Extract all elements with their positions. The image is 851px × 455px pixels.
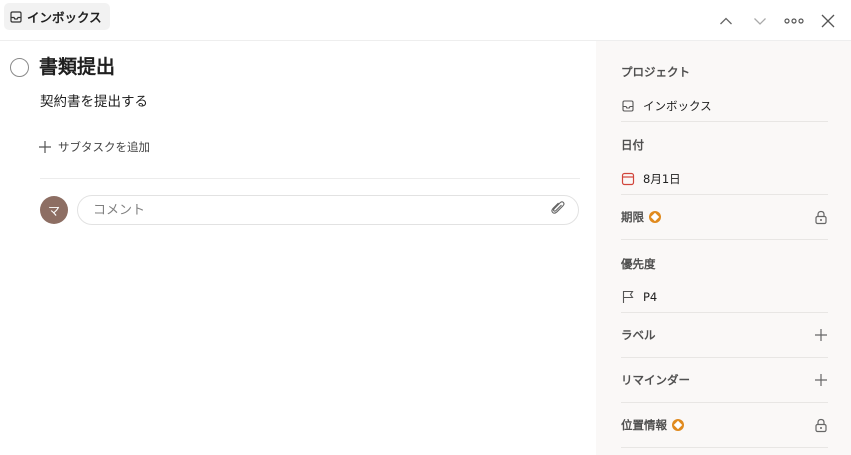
date-label: 日付 xyxy=(621,138,644,152)
next-task-button[interactable] xyxy=(747,8,773,34)
task-detail-header: インボックス xyxy=(0,0,851,41)
project-field[interactable]: プロジェクト インボックス xyxy=(621,64,828,114)
task-complete-checkbox[interactable] xyxy=(10,57,29,77)
labels-label: ラベル xyxy=(621,328,656,342)
plus-icon[interactable] xyxy=(814,328,828,342)
lock-icon xyxy=(815,418,827,432)
task-main-panel: 書類提出 契約書を提出する サブタスクを追加 マ xyxy=(0,41,596,455)
labels-field[interactable]: ラベル xyxy=(621,325,828,345)
inbox-icon xyxy=(622,100,634,112)
divider xyxy=(621,121,828,122)
calendar-icon xyxy=(621,172,635,186)
comment-input[interactable] xyxy=(93,202,533,218)
priority-value: P4 xyxy=(643,290,658,304)
flag-icon xyxy=(622,290,634,303)
chevron-up-icon xyxy=(720,17,732,25)
add-subtask-button[interactable]: サブタスクを追加 xyxy=(38,139,150,155)
task-title[interactable]: 書類提出 xyxy=(39,57,115,77)
close-icon xyxy=(821,14,835,28)
breadcrumb-label: インボックス xyxy=(27,10,102,25)
reminders-label: リマインダー xyxy=(621,373,690,387)
divider xyxy=(621,402,828,403)
deadline-field[interactable]: 期限 xyxy=(621,207,828,227)
divider xyxy=(621,194,828,195)
divider xyxy=(621,239,828,240)
priority-field[interactable]: 優先度 P4 xyxy=(621,256,828,304)
deadline-label: 期限 xyxy=(621,210,644,224)
priority-label: 優先度 xyxy=(621,257,656,271)
comment-field[interactable] xyxy=(77,195,579,225)
close-button[interactable] xyxy=(815,8,841,34)
lock-icon xyxy=(815,210,827,224)
task-description[interactable]: 契約書を提出する xyxy=(40,90,148,110)
plus-icon xyxy=(39,141,51,153)
location-label: 位置情報 xyxy=(621,418,667,432)
divider xyxy=(40,178,580,179)
more-actions-button[interactable] xyxy=(781,8,807,34)
breadcrumb-inbox[interactable]: インボックス xyxy=(4,3,110,30)
previous-task-button[interactable] xyxy=(713,8,739,34)
add-subtask-label: サブタスクを追加 xyxy=(58,140,150,154)
plus-icon[interactable] xyxy=(814,373,828,387)
more-icon xyxy=(784,18,804,24)
date-field[interactable]: 日付 8月1日 xyxy=(621,137,828,187)
date-value: 8月1日 xyxy=(643,172,681,186)
avatar: マ xyxy=(40,196,68,224)
inbox-icon xyxy=(9,10,23,24)
divider xyxy=(621,357,828,358)
project-label: プロジェクト xyxy=(621,65,690,79)
attachment-icon[interactable] xyxy=(550,200,566,220)
premium-badge-icon xyxy=(649,211,661,223)
reminders-field[interactable]: リマインダー xyxy=(621,370,828,390)
location-field[interactable]: 位置情報 xyxy=(621,415,828,435)
task-details-sidebar: プロジェクト インボックス 日付 8月1日 期限 優先度 P4 ラベル リマイン… xyxy=(596,41,851,455)
project-value: インボックス xyxy=(643,99,712,113)
divider xyxy=(621,312,828,313)
premium-badge-icon xyxy=(672,419,684,431)
chevron-down-icon xyxy=(754,18,766,25)
divider xyxy=(621,447,828,448)
